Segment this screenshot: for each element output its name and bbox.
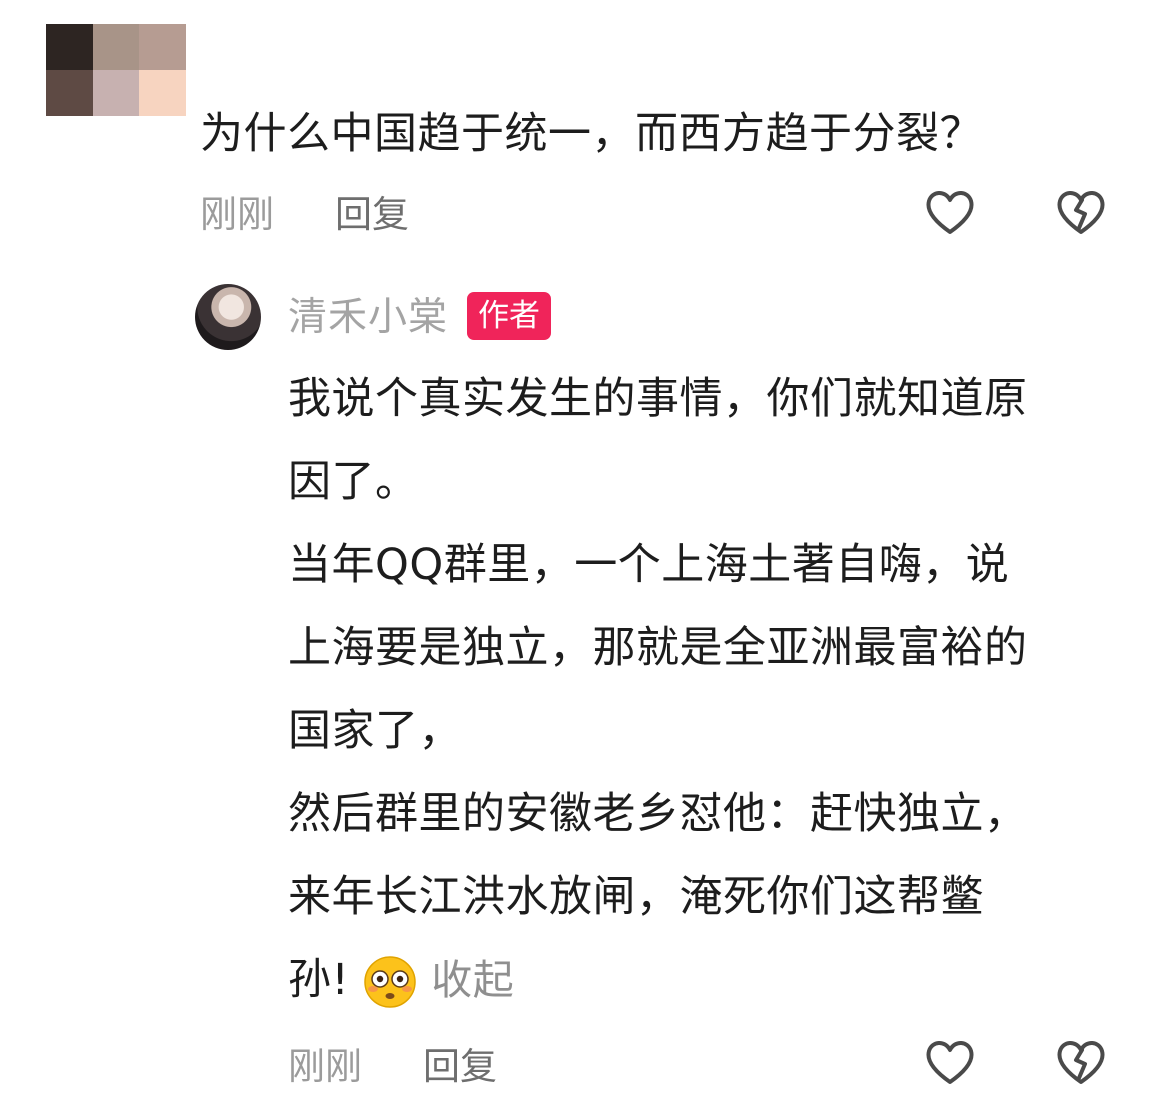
- collapse-button[interactable]: 收起: [431, 939, 514, 1022]
- reply-text-end: 孙!: [288, 955, 350, 1005]
- reply-last-line: 孙! 收起: [288, 939, 1138, 1022]
- reply-text-line: 因了。: [288, 457, 419, 507]
- author-badge: 作者: [467, 292, 551, 340]
- author-name[interactable]: 清禾小棠: [288, 293, 448, 343]
- comment-time: 刚刚: [200, 193, 274, 236]
- reply-text: 我说个真实发生的事情，你们就知道原 因了。 当年QQ群里，一个上海土著自嗨，说 …: [288, 358, 1138, 1022]
- comment-reply-button[interactable]: 回复: [335, 190, 409, 240]
- broken-heart-icon[interactable]: [1053, 184, 1109, 240]
- reply-text-line: 上海要是独立，那就是全亚洲最富裕的: [288, 623, 1028, 673]
- heart-outline-icon[interactable]: [922, 184, 978, 240]
- broken-heart-icon[interactable]: [1053, 1034, 1109, 1090]
- flushed-face-emoji: [363, 954, 417, 1008]
- reply-text-line: 国家了，: [288, 706, 462, 756]
- reply-text-line: 我说个真实发生的事情，你们就知道原: [288, 374, 1028, 424]
- author-avatar[interactable]: [195, 284, 261, 350]
- reply-reply-button[interactable]: 回复: [423, 1042, 497, 1092]
- reply-time: 刚刚: [288, 1045, 362, 1088]
- comment-text: 为什么中国趋于统一，而西方趋于分裂？: [200, 109, 983, 159]
- reply-text-line: 来年长江洪水放闸，淹死你们这帮鳖: [288, 872, 984, 922]
- reply-text-line: 当年QQ群里，一个上海土著自嗨，说: [288, 540, 1010, 590]
- heart-outline-icon[interactable]: [922, 1034, 978, 1090]
- commenter-avatar[interactable]: [46, 24, 186, 116]
- reply-text-line: 然后群里的安徽老乡怼他：赶快独立，: [288, 789, 1028, 839]
